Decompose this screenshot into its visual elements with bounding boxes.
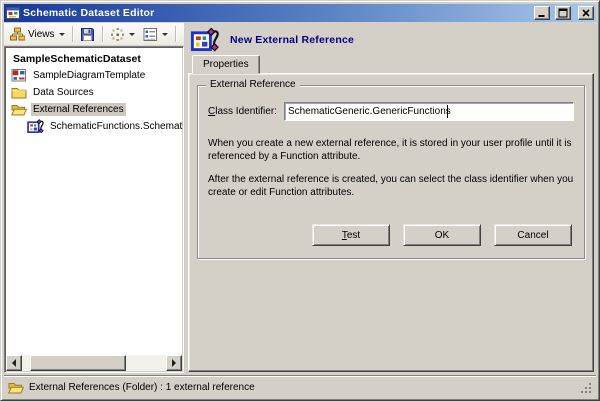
close-button[interactable] bbox=[578, 6, 594, 20]
views-label: Views bbox=[28, 29, 55, 40]
tab-strip: Properties bbox=[188, 55, 594, 74]
status-text: External References (Folder) : 1 externa… bbox=[29, 382, 255, 393]
tree-item-label: SampleDiagramTemplate bbox=[31, 69, 147, 82]
tree-root-label: SampleSchematicDataset bbox=[11, 52, 143, 66]
list-button[interactable] bbox=[139, 24, 172, 44]
scroll-right-button[interactable] bbox=[166, 355, 182, 371]
external-reference-icon bbox=[27, 119, 44, 134]
tree-pane: SampleSchematicDataset SampleDiagramTemp… bbox=[4, 46, 184, 373]
tree-item-label: External References bbox=[31, 103, 126, 116]
maximize-button[interactable] bbox=[555, 6, 571, 20]
tab-properties[interactable]: Properties bbox=[192, 55, 260, 74]
tree-item-data-sources[interactable]: Data Sources bbox=[7, 84, 183, 101]
layout-radial-icon bbox=[110, 27, 125, 42]
minimize-icon bbox=[537, 8, 547, 18]
list-properties-icon bbox=[143, 27, 158, 42]
test-button[interactable]: Test bbox=[312, 224, 390, 246]
app-icon bbox=[6, 6, 20, 20]
folder-closed-icon bbox=[11, 85, 27, 100]
resize-grip-icon bbox=[580, 382, 592, 394]
toolbar: Views bbox=[4, 23, 184, 46]
text-caret bbox=[447, 105, 448, 118]
panel-title: New External Reference bbox=[230, 34, 354, 46]
right-panel: New External Reference Properties Extern… bbox=[184, 23, 596, 373]
class-identifier-label: Class Identifier: bbox=[208, 106, 277, 117]
layout-button[interactable] bbox=[106, 24, 139, 44]
main-area: Views Samp bbox=[4, 23, 596, 373]
schematic-dataset-editor-window: Schematic Dataset Editor Views bbox=[0, 0, 600, 401]
scroll-thumb[interactable] bbox=[30, 355, 126, 371]
views-icon bbox=[10, 27, 25, 42]
info-paragraph-2: After the external reference is created,… bbox=[208, 173, 574, 199]
dropdown-arrow-icon bbox=[129, 33, 135, 36]
tree-item-label: SchematicFunctions.SchematicI bbox=[48, 120, 184, 133]
panel-header: New External Reference bbox=[188, 23, 594, 55]
toolbar-separator bbox=[175, 26, 176, 42]
dropdown-arrow-icon bbox=[59, 33, 65, 36]
status-bar: External References (Folder) : 1 externa… bbox=[4, 375, 596, 397]
window-title: Schematic Dataset Editor bbox=[23, 7, 531, 19]
toolbar-separator bbox=[102, 26, 103, 42]
class-identifier-row: Class Identifier: bbox=[208, 102, 574, 121]
resize-grip[interactable] bbox=[580, 382, 592, 397]
views-button[interactable]: Views bbox=[6, 24, 69, 44]
groupbox-title: External Reference bbox=[206, 79, 300, 90]
tree-item-external-references[interactable]: External References bbox=[7, 101, 183, 118]
maximize-icon bbox=[558, 8, 568, 18]
info-paragraph-1: When you create a new external reference… bbox=[208, 137, 574, 163]
horizontal-scrollbar[interactable] bbox=[6, 355, 182, 371]
folder-status-icon bbox=[8, 380, 24, 395]
minimize-button[interactable] bbox=[534, 6, 550, 20]
folder-open-icon bbox=[11, 102, 27, 117]
ok-button[interactable]: OK bbox=[403, 224, 481, 246]
titlebar: Schematic Dataset Editor bbox=[4, 4, 596, 22]
tree-root-item[interactable]: SampleSchematicDataset bbox=[7, 50, 183, 67]
tree-item-schematic-functions[interactable]: SchematicFunctions.SchematicI bbox=[7, 118, 183, 135]
button-row: Test OK Cancel bbox=[208, 224, 574, 246]
toolbar-separator bbox=[72, 26, 73, 42]
diagram-template-icon bbox=[11, 68, 27, 83]
tab-body: External Reference Class Identifier: Whe… bbox=[188, 73, 594, 372]
scroll-left-button[interactable] bbox=[6, 355, 22, 371]
scroll-track[interactable] bbox=[22, 355, 166, 371]
class-identifier-input[interactable] bbox=[284, 102, 574, 121]
cancel-button[interactable]: Cancel bbox=[494, 224, 572, 246]
tree-item-label: Data Sources bbox=[31, 86, 96, 99]
external-reference-icon bbox=[190, 28, 220, 52]
save-icon bbox=[80, 27, 95, 42]
left-column: Views Samp bbox=[4, 23, 184, 373]
close-icon bbox=[581, 8, 591, 18]
external-reference-groupbox: External Reference Class Identifier: Whe… bbox=[197, 85, 585, 259]
tree-item-sample-diagram-template[interactable]: SampleDiagramTemplate bbox=[7, 67, 183, 84]
dropdown-arrow-icon bbox=[162, 33, 168, 36]
save-button[interactable] bbox=[76, 24, 99, 44]
scroll-left-icon bbox=[12, 359, 16, 367]
scroll-right-icon bbox=[172, 359, 176, 367]
